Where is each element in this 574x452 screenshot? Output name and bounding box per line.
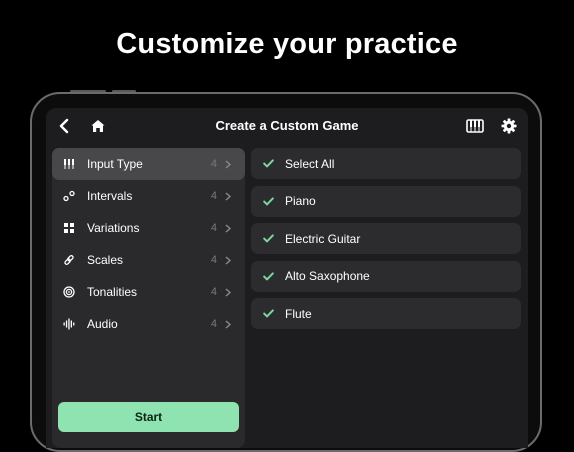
- settings-button[interactable]: [497, 114, 521, 138]
- grid-icon: [51, 222, 87, 234]
- option-piano[interactable]: Piano: [251, 185, 521, 217]
- page-title: Create a Custom Game: [215, 118, 359, 133]
- link-icon: [51, 254, 87, 266]
- waveform-icon: [51, 318, 87, 330]
- sidebar-item-count: 4: [210, 190, 217, 202]
- sidebar-item-count: 4: [210, 286, 217, 298]
- sidebar-item-count: 4: [210, 254, 217, 266]
- app-screen: Create a Custom Game Input Type 4 Interv…: [46, 108, 528, 448]
- start-button[interactable]: Start: [58, 402, 239, 432]
- chevron-right-icon: [225, 319, 239, 329]
- sidebar-item-label: Input Type: [87, 157, 143, 171]
- sidebar-item-label: Tonalities: [87, 285, 138, 299]
- checkmark-icon: [251, 196, 285, 206]
- option-label: Electric Guitar: [285, 231, 361, 246]
- chevron-right-icon: [225, 287, 239, 297]
- gear-icon: [501, 118, 517, 134]
- sidebar-item-count: 4: [210, 158, 217, 170]
- checkmark-icon: [251, 234, 285, 243]
- piano-button[interactable]: [463, 114, 487, 138]
- sidebar-item-scales[interactable]: Scales 4: [52, 244, 245, 276]
- sidebar-item-audio[interactable]: Audio 4: [52, 308, 245, 340]
- sidebar-item-count: 4: [210, 222, 217, 234]
- checkmark-icon: [251, 159, 285, 168]
- home-icon: [91, 120, 105, 132]
- tuning-fork-icon: [51, 158, 87, 170]
- top-bar: Create a Custom Game: [46, 108, 528, 144]
- option-electric-guitar[interactable]: Electric Guitar: [251, 223, 521, 254]
- sidebar-item-count: 4: [210, 318, 217, 330]
- chevron-right-icon: [225, 223, 239, 233]
- option-label: Select All: [285, 156, 335, 171]
- target-icon: [51, 286, 87, 298]
- sidebar-item-label: Audio: [87, 317, 118, 331]
- option-label: Piano: [285, 194, 316, 208]
- checkmark-icon: [251, 271, 285, 281]
- home-button[interactable]: [86, 114, 110, 138]
- category-sidebar: Input Type 4 Intervals 4 Variations 4 Sc…: [52, 148, 245, 448]
- chevron-left-icon: [59, 118, 69, 134]
- sidebar-item-label: Intervals: [87, 189, 133, 203]
- option-alto-saxophone[interactable]: Alto Saxophone: [251, 260, 521, 292]
- option-flute[interactable]: Flute: [251, 298, 521, 329]
- back-button[interactable]: [52, 114, 76, 138]
- headline: Customize your practice: [116, 28, 458, 60]
- checkmark-icon: [251, 309, 285, 318]
- sidebar-item-variations[interactable]: Variations 4: [52, 212, 245, 244]
- chevron-right-icon: [225, 159, 239, 169]
- sidebar-item-tonalities[interactable]: Tonalities 4: [52, 276, 245, 308]
- option-select-all[interactable]: Select All: [251, 148, 521, 179]
- sidebar-item-input-type[interactable]: Input Type 4: [52, 148, 245, 180]
- chevron-right-icon: [225, 255, 239, 265]
- piano-keys-icon: [466, 119, 484, 133]
- intervals-icon: [51, 190, 87, 202]
- option-label: Alto Saxophone: [285, 269, 370, 283]
- option-label: Flute: [285, 306, 312, 321]
- chevron-right-icon: [225, 191, 239, 201]
- sidebar-item-label: Scales: [87, 253, 124, 267]
- sidebar-item-label: Variations: [87, 221, 140, 235]
- sidebar-item-intervals[interactable]: Intervals 4: [52, 180, 245, 212]
